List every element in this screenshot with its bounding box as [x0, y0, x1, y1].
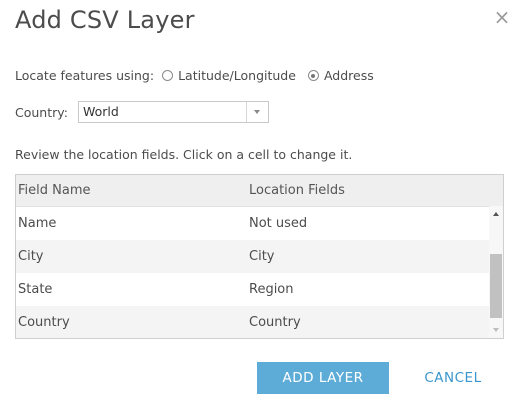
- column-header-location-fields: Location Fields: [249, 183, 345, 198]
- column-header-field-name: Field Name: [18, 183, 91, 198]
- cell-field-name[interactable]: State: [16, 282, 249, 297]
- chevron-down-icon[interactable]: [245, 102, 268, 122]
- table-body: Name Not used City City State Region Cou…: [16, 207, 503, 338]
- cell-location-field[interactable]: Not used: [249, 216, 490, 231]
- cell-location-field[interactable]: Country: [249, 315, 490, 330]
- country-row: Country: World: [15, 101, 269, 123]
- table-scrollbar[interactable]: [489, 206, 503, 338]
- radio-latlong-label: Latitude/Longitude: [178, 68, 296, 83]
- scroll-up-arrow-icon[interactable]: [493, 212, 499, 216]
- country-select[interactable]: World: [77, 101, 269, 123]
- locate-label: Locate features using:: [15, 68, 155, 83]
- country-label: Country:: [15, 104, 68, 120]
- close-icon[interactable]: ×: [493, 7, 511, 27]
- add-csv-layer-dialog: Add CSV Layer × Locate features using: L…: [0, 0, 520, 394]
- cell-field-name[interactable]: City: [16, 249, 249, 264]
- radio-option-address[interactable]: Address: [307, 68, 374, 83]
- cell-location-field[interactable]: City: [249, 249, 490, 264]
- cancel-button[interactable]: CANCEL: [408, 362, 498, 394]
- cell-field-name[interactable]: Name: [16, 216, 249, 231]
- scroll-down-arrow-icon[interactable]: [493, 328, 499, 332]
- table-row[interactable]: State Region: [16, 273, 490, 306]
- location-fields-table: Field Name Location Fields Name Not used…: [15, 174, 504, 339]
- country-select-value: World: [82, 104, 119, 119]
- dialog-title: Add CSV Layer: [15, 6, 195, 34]
- cell-field-name[interactable]: Country: [16, 315, 249, 330]
- locate-features-row: Locate features using: Latitude/Longitud…: [15, 68, 374, 83]
- table-row[interactable]: Name Not used: [16, 207, 490, 240]
- review-instructions: Review the location fields. Click on a c…: [15, 147, 353, 162]
- cell-location-field[interactable]: Region: [249, 282, 490, 297]
- radio-option-latlong[interactable]: Latitude/Longitude: [162, 68, 296, 83]
- table-row[interactable]: City City: [16, 240, 490, 273]
- radio-address[interactable]: [307, 70, 319, 81]
- scrollbar-thumb[interactable]: [490, 254, 502, 318]
- add-layer-button[interactable]: ADD LAYER: [257, 362, 389, 394]
- radio-latlong[interactable]: [162, 70, 174, 81]
- radio-address-label: Address: [323, 68, 374, 83]
- table-header: Field Name Location Fields: [16, 175, 503, 207]
- table-row[interactable]: Country Country: [16, 306, 490, 338]
